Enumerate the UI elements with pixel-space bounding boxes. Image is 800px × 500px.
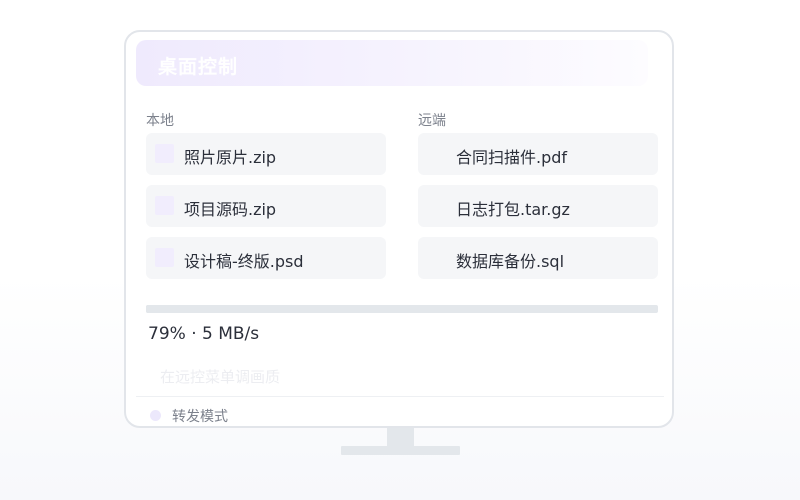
local-column-label: 本地 [146,113,174,129]
remote-file-item[interactable]: 日志打包.tar.gz [418,185,658,227]
remote-file-item[interactable]: 数据库备份.sql [418,237,658,279]
monitor-base [341,446,460,455]
file-checkbox[interactable] [155,248,174,267]
monitor-screen: 桌面控制 本地 远端 照片原片.zip 项目源码.zip 设计稿-终版.psd … [124,30,674,428]
file-checkbox[interactable] [155,144,174,163]
transfer-progress-fill [146,305,551,313]
file-checkbox[interactable] [155,196,174,215]
file-name: 设计稿-终版.psd [184,252,304,271]
file-name: 日志打包.tar.gz [456,200,570,219]
file-name: 数据库备份.sql [456,252,565,271]
monitor-neck [387,428,414,446]
forward-mode-label: 转发模式 [172,409,228,425]
transfer-status: 79% · 5 MB/s [148,324,260,344]
local-file-item[interactable]: 项目源码.zip [146,185,386,227]
file-name: 合同扫描件.pdf [456,148,568,167]
page-title: 桌面控制 [158,56,239,78]
remote-file-item[interactable]: 合同扫描件.pdf [418,133,658,175]
mode-indicator-dot [150,410,161,421]
file-name: 照片原片.zip [184,148,277,167]
local-file-item[interactable]: 设计稿-终版.psd [146,237,386,279]
header-bar: 桌面控制 [136,40,648,86]
remote-column-label: 远端 [418,113,446,129]
transfer-progress-bar [146,305,658,313]
quality-hint: 在远控菜单调画质 [160,368,281,386]
divider [136,396,664,397]
file-name: 项目源码.zip [184,200,277,219]
local-file-item[interactable]: 照片原片.zip [146,133,386,175]
